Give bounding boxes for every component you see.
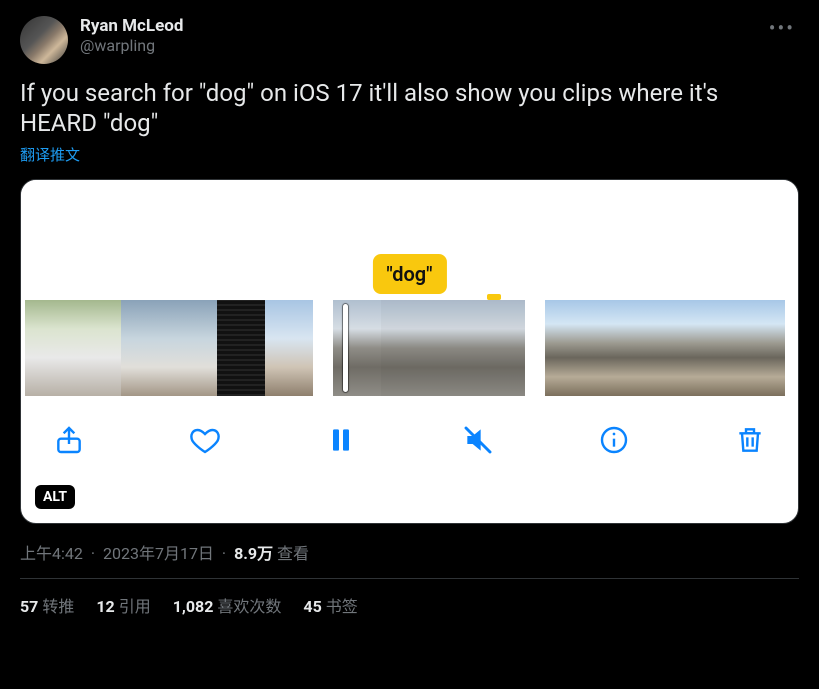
media-whitespace: "dog": [21, 180, 798, 300]
tweet-time[interactable]: 上午4:42: [20, 544, 83, 563]
share-icon[interactable]: [49, 420, 89, 460]
translate-link[interactable]: 翻译推文: [20, 144, 799, 165]
video-thumb: [121, 300, 169, 396]
video-thumb: [333, 300, 381, 396]
video-thumb: [689, 300, 737, 396]
quotes-stat[interactable]: 12 引用: [96, 593, 150, 617]
video-scrubber[interactable]: [21, 300, 798, 396]
alt-badge[interactable]: ALT: [35, 485, 75, 509]
video-thumb: [429, 300, 477, 396]
video-thumb: [73, 300, 121, 396]
quotes-count: 12: [96, 597, 114, 616]
info-icon[interactable]: [594, 420, 634, 460]
video-thumb: [737, 300, 785, 396]
tweet-header: Ryan McLeod @warpling •••: [20, 16, 799, 64]
mute-icon[interactable]: [458, 420, 498, 460]
video-thumb: [217, 300, 265, 396]
pause-icon[interactable]: [321, 420, 361, 460]
author-names[interactable]: Ryan McLeod @warpling: [80, 16, 765, 56]
retweets-stat[interactable]: 57转推: [20, 593, 74, 617]
retweets-count: 57: [20, 597, 38, 616]
clip-group-2[interactable]: [333, 300, 525, 396]
video-thumb: [265, 300, 313, 396]
views-count[interactable]: 8.9万: [234, 544, 273, 563]
tweet-container: Ryan McLeod @warpling ••• If you search …: [0, 0, 819, 617]
views-label: 查看: [277, 544, 309, 563]
video-thumb: [169, 300, 217, 396]
tweet-text: If you search for "dog" on iOS 17 it'll …: [20, 78, 799, 138]
bookmarks-count: 45: [303, 597, 321, 616]
video-thumb: [545, 300, 593, 396]
clip-group-1[interactable]: [25, 300, 313, 396]
bookmarks-stat[interactable]: 45 书签: [303, 593, 357, 617]
likes-stat[interactable]: 1,082喜欢次数: [173, 593, 282, 617]
heart-icon[interactable]: [185, 420, 225, 460]
username: @warpling: [80, 36, 765, 56]
trash-icon[interactable]: [730, 420, 770, 460]
more-icon[interactable]: •••: [765, 16, 799, 40]
video-thumb: [477, 300, 525, 396]
avatar[interactable]: [20, 16, 68, 64]
likes-count: 1,082: [173, 597, 214, 616]
clip-group-3[interactable]: [545, 300, 785, 396]
media-toolbar: [21, 396, 798, 460]
likes-label: 喜欢次数: [217, 597, 281, 616]
tweet-stats: 57转推 12 引用 1,082喜欢次数 45 书签: [20, 579, 799, 617]
tweet-meta: 上午4:42 · 2023年7月17日 · 8.9万 查看: [20, 540, 799, 579]
media-card[interactable]: "dog": [20, 179, 799, 524]
search-term-highlight: "dog": [372, 254, 446, 294]
bookmarks-label: 书签: [326, 597, 358, 616]
retweets-label: 转推: [42, 597, 74, 616]
display-name: Ryan McLeod: [80, 16, 765, 36]
video-thumb: [593, 300, 641, 396]
video-thumb: [641, 300, 689, 396]
tweet-date[interactable]: 2023年7月17日: [103, 544, 214, 563]
scrubber-playhead[interactable]: [343, 304, 348, 392]
video-thumb: [381, 300, 429, 396]
video-thumb: [25, 300, 73, 396]
quotes-label: 引用: [119, 597, 151, 616]
